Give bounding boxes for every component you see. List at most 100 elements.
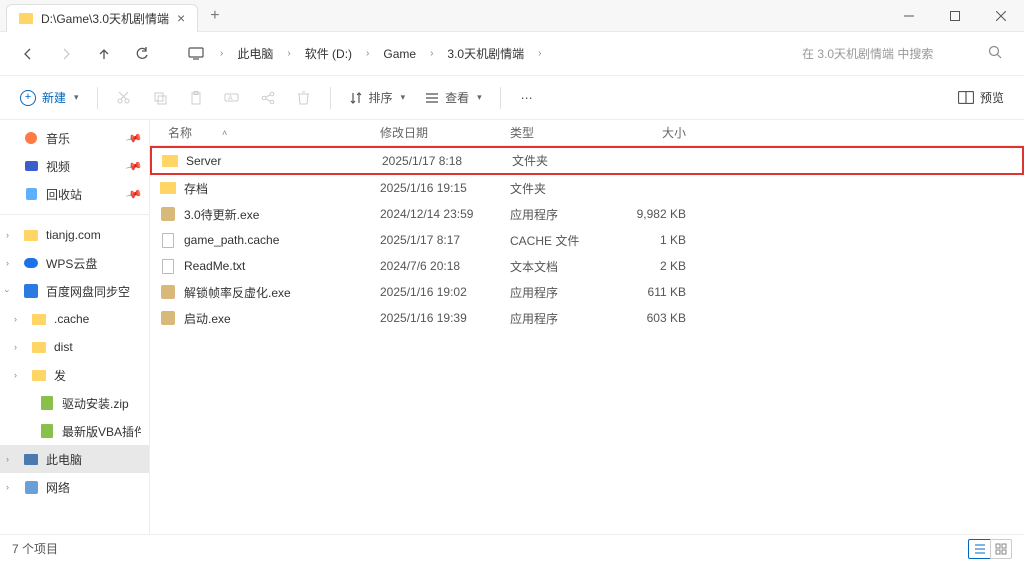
chevron-right-icon[interactable]: ›	[6, 454, 9, 464]
sidebar-item-music[interactable]: 音乐 📌	[0, 124, 149, 152]
refresh-button[interactable]	[126, 38, 158, 70]
search-input[interactable]: 在 3.0天机剧情端 中搜索	[792, 39, 1012, 69]
sidebar-item-label: 此电脑	[46, 451, 82, 468]
file-date: 2025/1/17 8:17	[380, 233, 510, 247]
sidebar-item-fa[interactable]: ›发	[0, 361, 149, 389]
folder-icon	[24, 230, 38, 241]
sort-asc-icon: ˄	[222, 128, 227, 138]
folder-icon	[32, 370, 46, 381]
file-type: CACHE 文件	[510, 232, 620, 249]
sort-button[interactable]: 排序 ▾	[341, 83, 414, 113]
maximize-button[interactable]	[932, 0, 978, 32]
delete-button[interactable]	[288, 83, 320, 113]
chevron-right-icon: ›	[536, 48, 543, 59]
sidebar-item-baidu[interactable]: › 百度网盘同步空	[0, 277, 149, 305]
folder-icon	[160, 181, 176, 195]
copy-button[interactable]	[144, 83, 176, 113]
sidebar-item-driver[interactable]: 驱动安装.zip	[0, 389, 149, 417]
new-tab-button[interactable]: +	[210, 7, 219, 25]
chevron-right-icon[interactable]: ›	[6, 230, 9, 240]
table-row[interactable]: Server2025/1/17 8:18文件夹	[150, 146, 1024, 175]
sidebar: 音乐 📌 视频📌 回收站📌 › tianjg.com ›WPS云盘 › 百度网盘同步空…	[0, 120, 150, 534]
breadcrumb-game[interactable]: Game	[377, 43, 422, 65]
rename-button[interactable]: A	[216, 83, 248, 113]
chevron-right-icon[interactable]: ›	[14, 370, 17, 380]
file-date: 2025/1/16 19:02	[380, 285, 510, 299]
window-controls	[886, 0, 1024, 32]
table-row[interactable]: 解锁帧率反虚化.exe2025/1/16 19:02应用程序611 KB	[150, 279, 1024, 305]
chevron-down-icon[interactable]: ›	[3, 290, 13, 293]
search-placeholder: 在 3.0天机剧情端 中搜索	[802, 45, 988, 62]
close-button[interactable]	[978, 0, 1024, 32]
sidebar-item-label: tianjg.com	[46, 228, 101, 242]
column-headers: 名称˄ 修改日期 类型 大小	[150, 120, 1024, 146]
sidebar-item-dist[interactable]: › dist	[0, 333, 149, 361]
table-row[interactable]: 存档2025/1/16 19:15文件夹	[150, 175, 1024, 201]
sidebar-item-label: 百度网盘同步空	[46, 283, 130, 300]
folder-icon	[19, 13, 33, 24]
sidebar-item-tianjg[interactable]: › tianjg.com	[0, 221, 149, 249]
trash-icon	[26, 188, 37, 200]
table-row[interactable]: 3.0待更新.exe2024/12/14 23:59应用程序9,982 KB	[150, 201, 1024, 227]
pc-icon[interactable]	[180, 38, 212, 70]
chevron-right-icon[interactable]: ›	[14, 314, 17, 324]
sidebar-item-label: 音乐	[46, 130, 70, 147]
up-button[interactable]	[88, 38, 120, 70]
sidebar-item-vba[interactable]: 最新版VBA插件	[0, 417, 149, 445]
new-label: 新建	[42, 89, 66, 106]
file-date: 2025/1/16 19:39	[380, 311, 510, 325]
table-row[interactable]: ReadMe.txt2024/7/6 20:18文本文档2 KB	[150, 253, 1024, 279]
more-button[interactable]: ⋯	[511, 83, 543, 113]
tab-title: D:\Game\3.0天机剧情端	[41, 10, 169, 27]
column-type[interactable]: 类型	[510, 124, 620, 141]
zip-icon	[41, 424, 53, 438]
svg-text:A: A	[228, 95, 233, 102]
column-date[interactable]: 修改日期	[380, 124, 510, 141]
chevron-right-icon[interactable]: ›	[14, 342, 17, 352]
sidebar-item-network[interactable]: ›网络	[0, 473, 149, 501]
view-button[interactable]: 查看 ▾	[417, 83, 490, 113]
sidebar-item-video[interactable]: 视频📌	[0, 152, 149, 180]
chevron-right-icon[interactable]: ›	[6, 482, 9, 492]
breadcrumb-current[interactable]: 3.0天机剧情端	[441, 41, 530, 66]
chevron-down-icon: ▾	[74, 92, 79, 103]
back-button[interactable]	[12, 38, 44, 70]
breadcrumb-pc[interactable]: 此电脑	[231, 41, 279, 66]
sidebar-item-label: 驱动安装.zip	[62, 395, 129, 412]
forward-button[interactable]	[50, 38, 82, 70]
preview-button[interactable]: 预览	[950, 83, 1012, 113]
file-size: 1 KB	[620, 233, 700, 247]
active-tab[interactable]: D:\Game\3.0天机剧情端 ×	[6, 4, 198, 32]
new-button[interactable]: + 新建 ▾	[12, 83, 87, 113]
baidu-icon	[24, 284, 38, 298]
table-row[interactable]: game_path.cache2025/1/17 8:17CACHE 文件1 K…	[150, 227, 1024, 253]
paste-button[interactable]	[180, 83, 212, 113]
minimize-button[interactable]	[886, 0, 932, 32]
sidebar-item-cache[interactable]: ›.cache	[0, 305, 149, 333]
chevron-down-icon: ▾	[477, 92, 482, 103]
details-view-button[interactable]	[968, 539, 990, 559]
status-count: 7 个项目	[12, 540, 58, 557]
chevron-right-icon[interactable]: ›	[6, 258, 9, 268]
file-size: 603 KB	[620, 311, 700, 325]
column-name[interactable]: 名称˄	[150, 124, 380, 141]
sidebar-item-recycle[interactable]: 回收站📌	[0, 180, 149, 208]
music-icon	[25, 132, 37, 144]
breadcrumb-drive[interactable]: 软件 (D:)	[299, 41, 358, 66]
cloud-icon	[24, 258, 38, 268]
pin-icon: 📌	[125, 129, 143, 147]
column-size[interactable]: 大小	[620, 124, 700, 141]
folder-icon	[162, 154, 178, 168]
folder-icon	[32, 342, 46, 353]
sidebar-item-label: dist	[54, 340, 73, 354]
sidebar-item-wps[interactable]: ›WPS云盘	[0, 249, 149, 277]
pc-icon	[24, 454, 38, 465]
navbar: › 此电脑 › 软件 (D:) › Game › 3.0天机剧情端 › 在 3.…	[0, 32, 1024, 76]
table-row[interactable]: 启动.exe2025/1/16 19:39应用程序603 KB	[150, 305, 1024, 331]
network-icon	[25, 481, 38, 494]
sidebar-item-thispc[interactable]: › 此电脑	[0, 445, 149, 473]
tab-close-icon[interactable]: ×	[177, 10, 185, 26]
cut-button[interactable]	[108, 83, 140, 113]
share-button[interactable]	[252, 83, 284, 113]
grid-view-button[interactable]	[990, 539, 1012, 559]
